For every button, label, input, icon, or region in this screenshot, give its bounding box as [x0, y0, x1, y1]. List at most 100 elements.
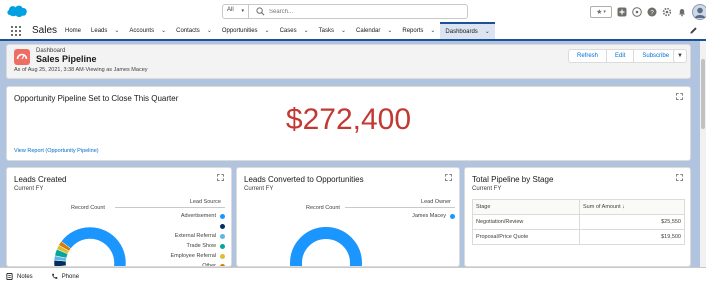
chevron-down-icon[interactable]: ⌄ [304, 27, 309, 34]
pipeline-stage-card: Total Pipeline by Stage Current FY Stage… [464, 167, 691, 267]
legend-label: James Macey [412, 213, 446, 219]
gear-icon[interactable] [662, 7, 672, 17]
tab-accounts[interactable]: Accounts ⌄ [124, 22, 171, 39]
legend-swatch [220, 223, 225, 229]
phone-icon [51, 273, 57, 279]
tab-label: Dashboards [445, 28, 478, 35]
salesforce-logo[interactable] [6, 3, 28, 19]
page-title: Sales Pipeline [36, 54, 97, 64]
view-report-link[interactable]: View Report (Opportunity Pipeline) [14, 148, 99, 154]
chevron-down-icon: ▾ [603, 8, 606, 15]
metric-card: Opportunity Pipeline Set to Close This Q… [6, 86, 691, 161]
tab-label: Leads [91, 27, 108, 34]
chevron-down-icon[interactable]: ⌄ [161, 27, 166, 34]
chevron-down-icon: ▼ [677, 53, 683, 59]
legend-item[interactable] [115, 221, 225, 231]
chevron-down-icon[interactable]: ⌄ [430, 27, 435, 34]
chevron-down-icon[interactable]: ⌄ [485, 28, 490, 35]
header-utilities: ★ ▾ ? [590, 3, 706, 20]
app-launcher-icon[interactable] [11, 26, 21, 36]
phone-utility[interactable]: Phone [45, 273, 79, 280]
expand-icon[interactable] [445, 174, 452, 181]
legend-item[interactable]: External Referral [115, 231, 225, 241]
tab-tasks[interactable]: Tasks ⌄ [314, 22, 351, 39]
tab-label: Contacts [176, 27, 200, 34]
add-icon[interactable] [617, 7, 627, 17]
scrollbar-thumb[interactable] [701, 59, 705, 129]
tab-opportunities[interactable]: Opportunities ⌄ [217, 22, 275, 39]
chevron-down-icon: ▾ [241, 8, 244, 14]
tab-label: Calendar [355, 27, 381, 34]
chevron-down-icon[interactable]: ⌄ [114, 27, 119, 34]
chevron-down-icon[interactable]: ⌄ [207, 27, 212, 34]
table-header-row: Stage Sum of Amount ↓ [472, 199, 685, 215]
tab-label: Reports [402, 27, 424, 34]
pencil-icon[interactable] [689, 26, 698, 35]
chevron-down-icon[interactable]: ⌄ [387, 27, 392, 34]
legend-label: Trade Show [186, 243, 216, 249]
global-search: All ▾ [222, 4, 468, 19]
table-cell-stage: Proposal/Price Quote [472, 229, 580, 245]
legend-swatch [220, 253, 225, 259]
avatar[interactable] [692, 3, 706, 20]
chevron-down-icon[interactable]: ⌄ [265, 27, 270, 34]
legend-item[interactable]: Advertisement [115, 211, 225, 221]
more-actions-button[interactable]: ▼ [673, 49, 687, 63]
legend-title: Lead Source [189, 199, 221, 205]
card-subtitle: Current FY [14, 186, 44, 192]
notes-utility[interactable]: Notes [0, 273, 33, 280]
tab-reports[interactable]: Reports ⌄ [397, 22, 440, 39]
tab-home[interactable]: Home [60, 22, 86, 39]
legend-item[interactable]: James Macey [345, 211, 455, 221]
tab-leads[interactable]: Leads ⌄ [86, 22, 124, 39]
dashboard-timestamp: As of Aug 25, 2021, 3:38 AM·Viewing as J… [14, 67, 148, 73]
tab-calendar[interactable]: Calendar ⌄ [351, 22, 397, 39]
expand-icon[interactable] [676, 93, 683, 100]
column-header-stage[interactable]: Stage [472, 199, 580, 215]
card-subtitle: Current FY [472, 186, 502, 192]
favorites-button[interactable]: ★ ▾ [590, 5, 612, 18]
legend-swatch [220, 243, 225, 249]
expand-icon[interactable] [217, 174, 224, 181]
search-scope-label: All [227, 7, 234, 13]
card-title: Opportunity Pipeline Set to Close This Q… [14, 94, 179, 103]
search-icon [256, 7, 265, 16]
edit-button[interactable]: Edit [607, 50, 635, 62]
tab-label: Tasks [318, 27, 334, 34]
search-scope-dropdown[interactable]: All ▾ [223, 5, 249, 18]
card-title: Leads Created [14, 175, 67, 184]
search-input[interactable] [269, 6, 459, 17]
table-cell-amount: $25,550 [579, 214, 685, 230]
card-subtitle: Current FY [244, 186, 274, 192]
help-icon[interactable] [632, 6, 642, 17]
legend-label: Employee Referral [170, 253, 216, 259]
table-row: Proposal/Price Quote $19,500 [472, 229, 685, 245]
page-scrollbar[interactable] [700, 41, 706, 267]
legend-item[interactable]: Trade Show [115, 241, 225, 251]
legend-item[interactable]: Employee Referral [115, 251, 225, 261]
table-row: Negotiation/Review $25,550 [472, 214, 685, 230]
tab-cases[interactable]: Cases ⌄ [275, 22, 314, 39]
expand-icon[interactable] [676, 174, 683, 181]
card-title: Total Pipeline by Stage [472, 175, 554, 184]
star-icon: ★ [596, 8, 603, 16]
subscribe-button[interactable]: Subscribe [634, 50, 677, 62]
nav-tabs: Home Leads ⌄ Accounts ⌄ Contacts ⌄ Opportun… [60, 22, 495, 39]
tab-label: Opportunities [221, 27, 258, 34]
bell-icon[interactable] [677, 7, 687, 17]
leads-converted-card: Leads Converted to Opportunities Current… [236, 167, 460, 267]
leads-created-card: Leads Created Current FY Record Count Le… [6, 167, 232, 267]
tab-contacts[interactable]: Contacts ⌄ [171, 22, 217, 39]
legend-swatch [450, 213, 455, 219]
donut-chart [290, 227, 362, 267]
tab-dashboards[interactable]: Dashboards ⌄ [440, 22, 495, 39]
metric-value: $272,400 [285, 103, 412, 136]
column-header-amount[interactable]: Sum of Amount ↓ [579, 199, 685, 215]
tab-label: Accounts [129, 27, 155, 34]
donut-slice[interactable] [290, 227, 362, 267]
phone-label: Phone [61, 273, 80, 280]
pipeline-table: Stage Sum of Amount ↓ Negotiation/Review… [472, 199, 685, 245]
chevron-down-icon[interactable]: ⌄ [341, 27, 346, 34]
question-icon[interactable]: ? [647, 7, 657, 17]
refresh-button[interactable]: Refresh [569, 50, 608, 62]
